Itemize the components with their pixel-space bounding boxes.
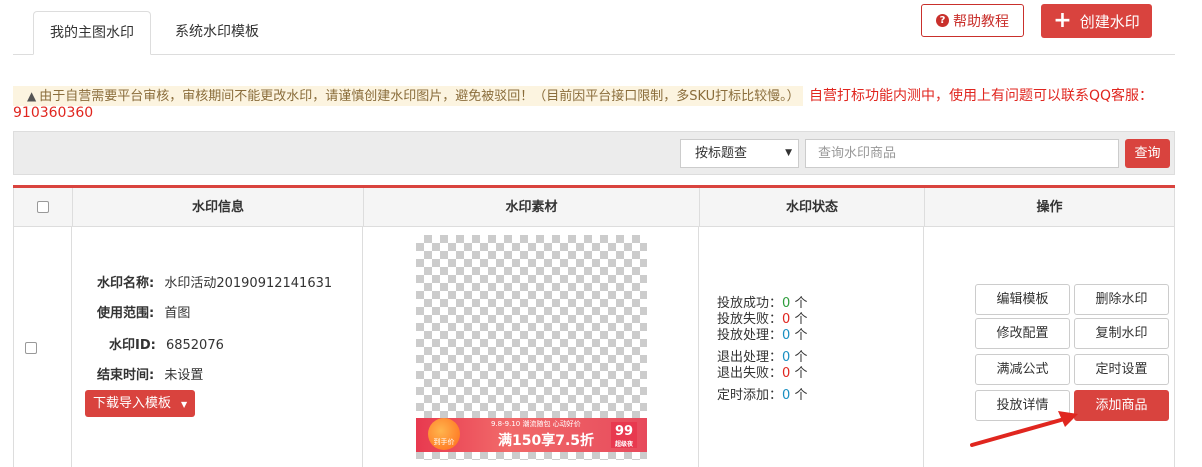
status-label: 投放处理： bbox=[717, 328, 783, 343]
status-value: 0 bbox=[782, 366, 791, 381]
create-button-label: 创建水印 bbox=[1079, 12, 1140, 31]
help-button[interactable]: ? 帮助教程 bbox=[921, 4, 1024, 37]
status-deploy-success: 投放成功：0 个 bbox=[717, 296, 807, 312]
notice-banner: ▲ 由于自营需要平台审核，审核期间不能更改水印，请谨慎创建水印图片，避免被驳回！（… bbox=[13, 86, 803, 106]
download-template-label: 下载导入模板 bbox=[93, 396, 172, 411]
watermark-name-value: 水印活动20190912141631 bbox=[164, 276, 333, 291]
plus-icon: + bbox=[1053, 8, 1072, 33]
watermark-banner-title: 满150享7.5折 bbox=[498, 433, 595, 449]
col-divider bbox=[698, 227, 699, 467]
status-label: 定时添加： bbox=[717, 388, 783, 403]
status-unit: 个 bbox=[794, 350, 808, 365]
watermark-badge-text: 超级夜 bbox=[614, 441, 633, 448]
tab-system-templates[interactable]: 系统水印模板 bbox=[159, 11, 275, 53]
status-unit: 个 bbox=[794, 366, 808, 381]
status-label: 退出处理： bbox=[717, 350, 783, 365]
warning-triangle-icon: ▲ bbox=[27, 89, 37, 103]
help-button-label: 帮助教程 bbox=[953, 13, 1009, 30]
status-value: 0 bbox=[782, 312, 791, 327]
edit-template-button[interactable]: 编辑模板 bbox=[975, 284, 1070, 315]
watermark-id-value: 6852076 bbox=[165, 338, 224, 353]
annotation-arrow-icon bbox=[970, 411, 1078, 447]
tab-my-watermarks[interactable]: 我的主图水印 bbox=[33, 11, 151, 55]
notice-text: 由于自营需要平台审核，审核期间不能更改水印，请谨慎创建水印图片，避免被驳回！（目… bbox=[39, 89, 800, 104]
watermark-scope-row: 使用范围: 首图 bbox=[97, 302, 190, 321]
notice-qq-number: 910360360 bbox=[13, 105, 94, 121]
caret-down-icon: ▼ bbox=[181, 400, 188, 409]
header-material: 水印素材 bbox=[364, 188, 700, 227]
search-input[interactable]: 查询水印商品 bbox=[805, 139, 1119, 168]
status-deploy-failed: 投放失败：0 个 bbox=[717, 312, 807, 328]
header-info: 水印信息 bbox=[73, 188, 364, 227]
status-value: 0 bbox=[782, 328, 791, 343]
watermark-id-label: 水印ID: bbox=[109, 338, 156, 353]
watermark-badge-number: 99 bbox=[614, 424, 634, 439]
row-checkbox[interactable] bbox=[25, 342, 37, 354]
col-divider bbox=[1174, 227, 1175, 467]
watermark-end-label: 结束时间: bbox=[97, 368, 155, 383]
status-label: 退出失败： bbox=[717, 366, 783, 381]
watermark-scope-label: 使用范围: bbox=[97, 306, 155, 321]
search-type-value: 按标题查 bbox=[695, 146, 748, 161]
col-divider bbox=[362, 227, 363, 467]
download-template-button[interactable]: 下载导入模板 ▼ bbox=[85, 390, 195, 417]
status-exit-failed: 退出失败：0 个 bbox=[717, 366, 807, 382]
watermark-banner-subtitle: 9.8-9.10 潮流随包 心动好价 bbox=[491, 420, 581, 428]
status-value: 0 bbox=[782, 388, 791, 403]
table-header: 水印信息 水印素材 水印状态 操作 bbox=[13, 188, 1175, 227]
status-exit-processing: 退出处理：0 个 bbox=[717, 350, 807, 366]
status-label: 投放失败： bbox=[717, 312, 783, 327]
col-divider bbox=[71, 227, 72, 467]
status-unit: 个 bbox=[794, 328, 808, 343]
status-unit: 个 bbox=[794, 312, 808, 327]
status-unit: 个 bbox=[794, 296, 808, 311]
watermark-circle-text: 到手价 bbox=[433, 438, 455, 446]
watermark-circle-badge: 到手价 bbox=[428, 418, 460, 450]
discount-formula-button[interactable]: 满减公式 bbox=[975, 354, 1070, 385]
status-unit: 个 bbox=[794, 388, 808, 403]
status-label: 投放成功： bbox=[717, 296, 783, 311]
col-divider bbox=[923, 227, 924, 467]
watermark-corner-badge: 99 超级夜 bbox=[611, 422, 637, 448]
query-button[interactable]: 查询 bbox=[1125, 139, 1170, 168]
watermark-end-row: 结束时间: 未设置 bbox=[97, 364, 203, 383]
caret-down-icon: ▼ bbox=[785, 148, 792, 158]
header-actions: 操作 bbox=[1036, 200, 1063, 215]
modify-config-button[interactable]: 修改配置 bbox=[975, 318, 1070, 349]
header-status: 水印状态 bbox=[700, 188, 925, 227]
schedule-settings-button[interactable]: 定时设置 bbox=[1074, 354, 1169, 385]
status-value: 0 bbox=[782, 296, 791, 311]
create-watermark-button[interactable]: + 创建水印 bbox=[1041, 4, 1152, 38]
notice-contact-text: 自营打标功能内测中，使用上有问题可以联系QQ客服： bbox=[809, 88, 1154, 104]
select-all-checkbox[interactable] bbox=[37, 201, 49, 213]
watermark-scope-value: 首图 bbox=[164, 306, 191, 321]
status-scheduled-add: 定时添加：0 个 bbox=[717, 388, 807, 404]
watermark-name-row: 水印名称: 水印活动20190912141631 bbox=[97, 272, 332, 291]
status-value: 0 bbox=[782, 350, 791, 365]
delete-watermark-button[interactable]: 删除水印 bbox=[1074, 284, 1169, 315]
search-type-select[interactable]: 按标题查 ▼ bbox=[680, 139, 799, 168]
watermark-end-value: 未设置 bbox=[164, 368, 204, 383]
watermark-name-label: 水印名称: bbox=[97, 276, 155, 291]
watermark-id-row: 水印ID: 6852076 bbox=[109, 334, 224, 353]
question-circle-icon: ? bbox=[936, 14, 949, 27]
status-deploy-processing: 投放处理：0 个 bbox=[717, 328, 807, 344]
copy-watermark-button[interactable]: 复制水印 bbox=[1074, 318, 1169, 349]
status-list: 投放成功：0 个 投放失败：0 个 投放处理：0 个 退出处理：0 个 退出失败… bbox=[717, 296, 807, 404]
header-select-cell bbox=[14, 188, 73, 227]
col-divider bbox=[13, 227, 14, 467]
